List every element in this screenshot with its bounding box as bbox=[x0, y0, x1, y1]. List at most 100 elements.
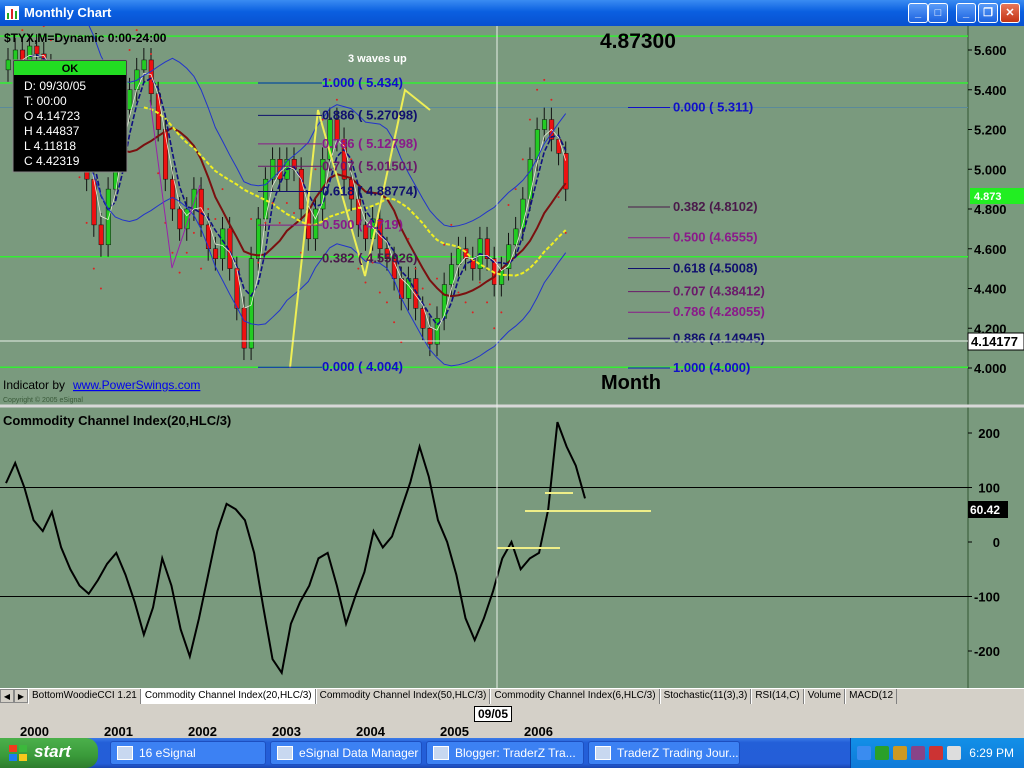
fib-left-label: 0.500 ( 4.719) bbox=[322, 217, 403, 232]
candle-body bbox=[406, 278, 412, 299]
study-tab[interactable]: MACD(12 bbox=[845, 689, 898, 704]
task-label: Blogger: TraderZ Tra... bbox=[455, 746, 576, 760]
sar-dot bbox=[178, 271, 181, 274]
close-button[interactable]: ✕ bbox=[1000, 3, 1020, 23]
study-tab[interactable]: BottomWoodieCCI 1.21 bbox=[28, 689, 141, 704]
task-label: eSignal Data Manager bbox=[299, 746, 419, 760]
minimize-button[interactable]: _ bbox=[956, 3, 976, 23]
tray-app-icon[interactable] bbox=[875, 746, 889, 760]
candle-body bbox=[234, 268, 240, 309]
sar-dot bbox=[528, 118, 531, 121]
start-label: start bbox=[34, 742, 71, 761]
sar-dot bbox=[514, 188, 517, 191]
sar-dot bbox=[314, 168, 317, 171]
cci-title: Commodity Channel Index(20,HLC/3) bbox=[3, 413, 231, 428]
esignal-icon bbox=[117, 746, 133, 760]
candle-body bbox=[12, 49, 18, 61]
tab-scroll-left[interactable]: ◀ bbox=[0, 689, 14, 703]
price-tick-label: 4.000 bbox=[974, 361, 1007, 376]
candle-body bbox=[449, 264, 455, 285]
tray-app-icon[interactable] bbox=[893, 746, 907, 760]
windows-logo-icon bbox=[9, 745, 27, 761]
sar-dot bbox=[285, 202, 288, 205]
task-label: 16 eSignal bbox=[139, 746, 196, 760]
candle-body bbox=[177, 208, 183, 230]
tray-app-icon[interactable] bbox=[929, 746, 943, 760]
sar-dot bbox=[228, 227, 231, 230]
sar-dot bbox=[171, 251, 174, 254]
study-tab[interactable]: Commodity Channel Index(50,HLC/3) bbox=[315, 689, 491, 704]
sar-dot bbox=[536, 88, 539, 91]
sar-dot bbox=[278, 221, 281, 224]
tray-network-icon[interactable] bbox=[857, 746, 871, 760]
year-label: 2003 bbox=[272, 724, 301, 739]
info-low: L 4.11818 bbox=[24, 139, 76, 153]
cursor-date-tag: 09/05 bbox=[474, 706, 513, 722]
fib-right-label: 0.500 (4.6555) bbox=[673, 230, 758, 245]
sar-dot bbox=[185, 251, 188, 254]
tray-volume-icon[interactable] bbox=[947, 746, 961, 760]
cci-tick-label: 200 bbox=[978, 426, 1000, 441]
sar-dot bbox=[92, 267, 95, 270]
taskbar-clock: 6:29 PM bbox=[969, 746, 1014, 760]
taskbar-item-traderz[interactable]: TraderZ Trading Jour... bbox=[588, 741, 740, 765]
taskbar-item-data-manager[interactable]: eSignal Data Manager bbox=[270, 741, 422, 765]
study-tab[interactable]: Commodity Channel Index(6,HLC/3) bbox=[490, 689, 660, 704]
sar-dot bbox=[500, 311, 503, 314]
chart-area[interactable]: 1.000 ( 5.434) 0.886 ( 5.27098) 0.786 ( 5.… bbox=[0, 26, 1024, 688]
sar-dot bbox=[543, 78, 546, 81]
fib-right-label: 0.786 (4.28055) bbox=[673, 304, 765, 319]
crosshair-value: 4.14177 bbox=[971, 334, 1018, 349]
candle-body bbox=[427, 328, 433, 345]
sar-dot bbox=[378, 291, 381, 294]
sar-dot bbox=[421, 287, 424, 290]
fib-left-label: 0.886 ( 5.27098) bbox=[322, 107, 417, 122]
maximize-inner-button[interactable]: □ bbox=[928, 3, 948, 23]
candle-body bbox=[556, 139, 562, 154]
restore-button[interactable]: ❐ bbox=[978, 3, 998, 23]
info-high: H 4.44837 bbox=[24, 124, 80, 138]
tab-scroll-right[interactable]: ▶ bbox=[14, 689, 28, 703]
sar-dot bbox=[457, 291, 460, 294]
system-tray: 6:29 PM bbox=[850, 738, 1024, 768]
tray-app-icon[interactable] bbox=[911, 746, 925, 760]
taskbar-item-blogger[interactable]: Blogger: TraderZ Tra... bbox=[426, 741, 584, 765]
sar-dot bbox=[271, 202, 274, 205]
data-manager-icon bbox=[277, 746, 293, 760]
candle-body bbox=[34, 45, 40, 55]
cci-tick-label: 100 bbox=[978, 481, 1000, 496]
fib-left-label: 0.382 ( 4.55026) bbox=[322, 251, 417, 266]
title-bar: Monthly Chart _ □ _ ❐ ✕ bbox=[0, 0, 1024, 26]
sar-dot bbox=[207, 208, 210, 210]
sar-dot bbox=[385, 301, 388, 304]
candle-body bbox=[298, 169, 304, 210]
study-tab[interactable]: Commodity Channel Index(20,HLC/3) bbox=[140, 689, 316, 704]
year-label: 2004 bbox=[356, 724, 385, 739]
sar-dot bbox=[436, 277, 438, 280]
study-tab[interactable]: Volume bbox=[803, 689, 846, 704]
sar-dot bbox=[478, 281, 481, 284]
fib-left-label: 0.618 ( 4.88774) bbox=[322, 184, 417, 199]
sar-dot bbox=[150, 52, 152, 55]
sar-dot bbox=[192, 231, 195, 234]
fib-right-label: 0.707 (4.38412) bbox=[673, 284, 765, 299]
taskbar-item-esignal[interactable]: 16 eSignal bbox=[110, 741, 266, 765]
sar-dot bbox=[414, 267, 417, 270]
price-tick-label: 5.000 bbox=[974, 162, 1007, 177]
study-tab[interactable]: Stochastic(11(3),3) bbox=[659, 689, 752, 704]
time-axis: 09/05 2000 2001 2002 2003 2004 2005 2006 bbox=[0, 704, 1024, 739]
powerswings-link[interactable]: www.PowerSwings.com bbox=[72, 378, 200, 392]
fib-right-label: 0.000 ( 5.311) bbox=[673, 99, 753, 114]
browser-icon bbox=[433, 746, 449, 760]
sar-dot bbox=[493, 327, 496, 330]
study-tab[interactable]: RSI(14,C) bbox=[751, 689, 804, 704]
info-close: C 4.42319 bbox=[24, 154, 80, 168]
sar-dot bbox=[507, 204, 510, 207]
minimize-inner-button[interactable]: _ bbox=[908, 3, 928, 23]
sar-dot bbox=[550, 98, 553, 101]
sar-dot bbox=[200, 267, 203, 270]
sar-dot bbox=[564, 231, 567, 234]
candle-body bbox=[148, 59, 154, 94]
sar-dot bbox=[464, 301, 467, 304]
start-button[interactable]: start bbox=[0, 738, 98, 768]
